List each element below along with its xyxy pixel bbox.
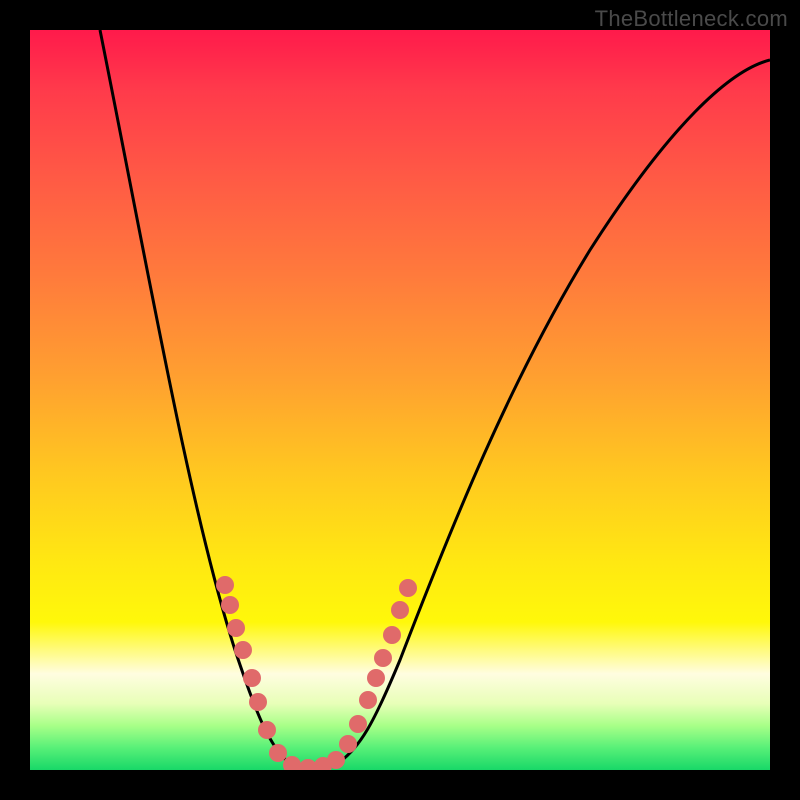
data-point [391, 601, 409, 619]
bottleneck-curve [100, 30, 770, 770]
data-point [249, 693, 267, 711]
data-point [216, 576, 234, 594]
data-point [383, 626, 401, 644]
data-point [349, 715, 367, 733]
data-point [399, 579, 417, 597]
data-point [234, 641, 252, 659]
outer-frame: TheBottleneck.com [0, 0, 800, 800]
chart-svg [30, 30, 770, 770]
watermark-text: TheBottleneck.com [595, 6, 788, 32]
data-point [243, 669, 261, 687]
chart-plot-area [30, 30, 770, 770]
data-points-group [216, 576, 417, 770]
data-point [227, 619, 245, 637]
data-point [374, 649, 392, 667]
data-point [258, 721, 276, 739]
data-point [327, 751, 345, 769]
data-point [221, 596, 239, 614]
data-point [269, 744, 287, 762]
data-point [359, 691, 377, 709]
data-point [367, 669, 385, 687]
data-point [339, 735, 357, 753]
